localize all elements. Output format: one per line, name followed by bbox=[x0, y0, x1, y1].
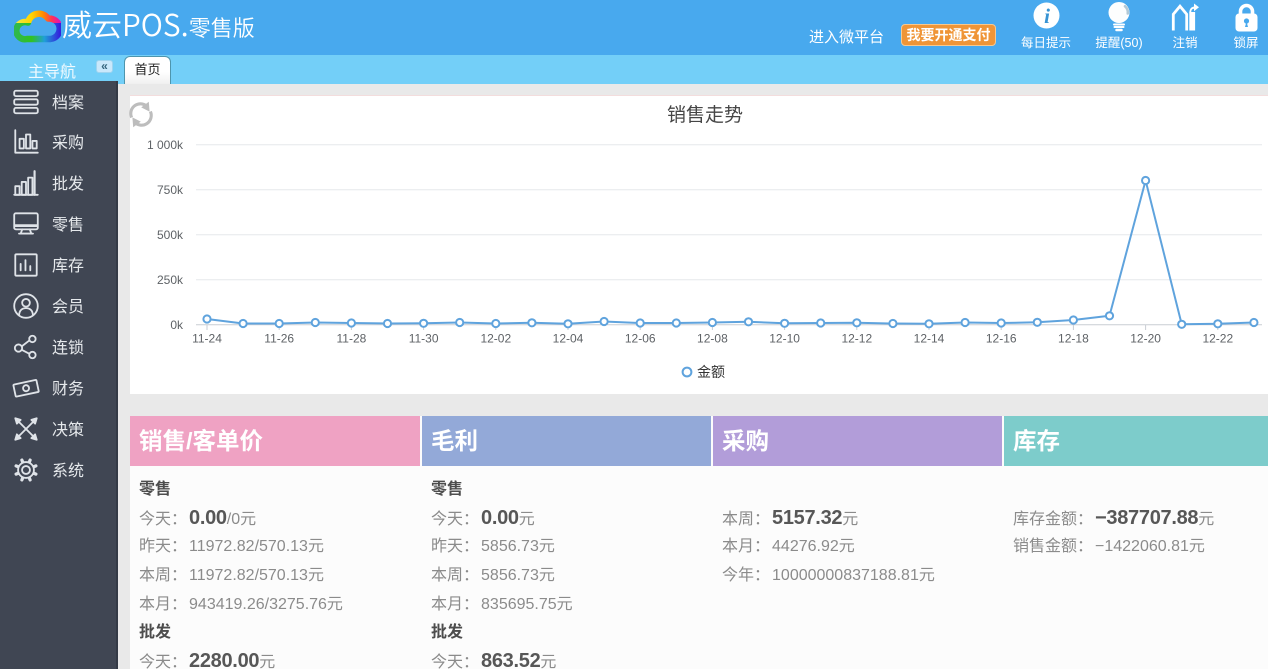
svg-text:12-10: 12-10 bbox=[769, 332, 800, 346]
svg-text:12-08: 12-08 bbox=[697, 332, 728, 346]
svg-text:12-14: 12-14 bbox=[914, 332, 945, 346]
svg-text:12-04: 12-04 bbox=[553, 332, 584, 346]
svg-text:12-22: 12-22 bbox=[1202, 332, 1233, 346]
svg-text:12-06: 12-06 bbox=[625, 332, 656, 346]
svg-text:11-26: 11-26 bbox=[264, 332, 294, 346]
svg-text:金额: 金额 bbox=[697, 362, 725, 382]
svg-text:12-12: 12-12 bbox=[841, 332, 872, 346]
svg-text:12-18: 12-18 bbox=[1058, 332, 1089, 346]
svg-text:12-20: 12-20 bbox=[1130, 332, 1161, 346]
svg-text:250k: 250k bbox=[157, 273, 184, 287]
svg-text:12-16: 12-16 bbox=[986, 332, 1017, 346]
svg-text:12-02: 12-02 bbox=[480, 332, 511, 346]
svg-text:11-28: 11-28 bbox=[336, 332, 366, 346]
svg-text:11-24: 11-24 bbox=[192, 332, 222, 346]
svg-text:11-30: 11-30 bbox=[409, 332, 439, 346]
svg-text:0k: 0k bbox=[170, 318, 184, 332]
